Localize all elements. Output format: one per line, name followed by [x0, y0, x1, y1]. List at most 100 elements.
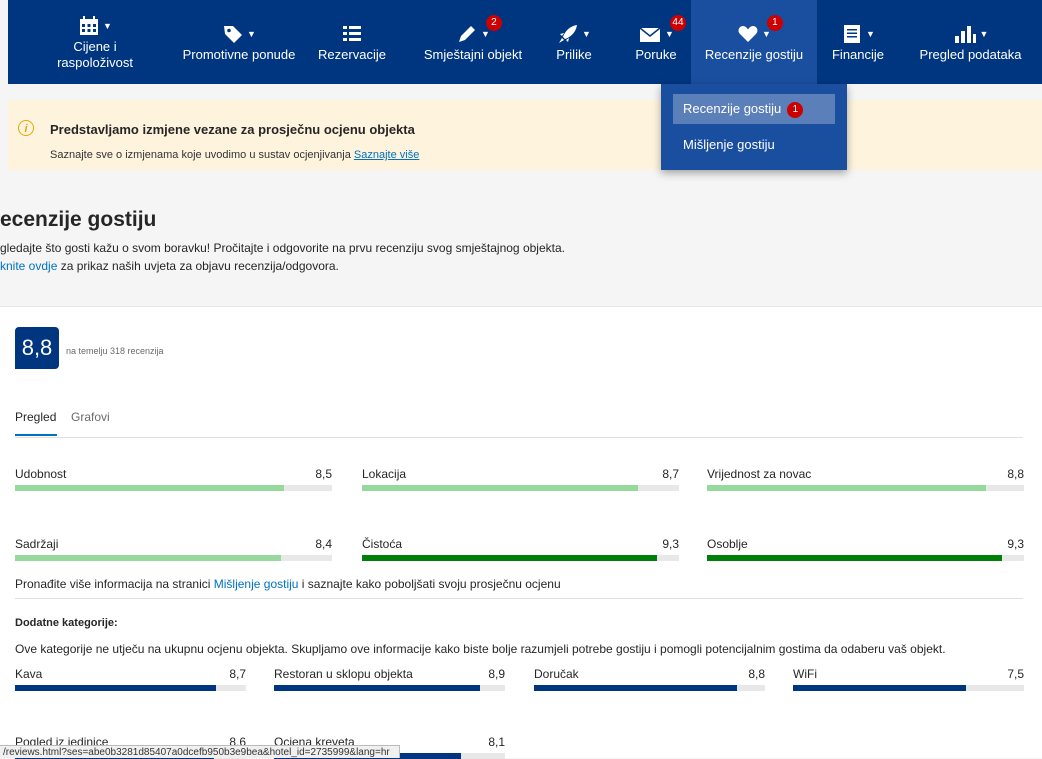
page-subtitle: gledajte što gosti kažu o svom boravku! …: [0, 241, 565, 255]
nav-item-3[interactable]: Rezervacije: [306, 0, 398, 84]
category-value: 8,7: [662, 467, 679, 481]
nav-item-8[interactable]: ▼ Financije: [817, 0, 899, 84]
chevron-down-icon: ▼: [582, 29, 591, 39]
more-info-prefix: Pronađite više informacija na stranici: [15, 577, 214, 591]
notification-badge: 2: [485, 15, 502, 31]
category-bar-fill: [362, 555, 657, 561]
additional-category-row: Kava 8,7: [15, 667, 246, 691]
notification-badge: 44: [669, 15, 686, 31]
nav-item-label: Financije: [831, 47, 885, 62]
ledger-icon: ▼: [841, 21, 875, 47]
additional-category-row: Doručak 8,8: [534, 667, 765, 691]
category-label: Osoblje: [707, 537, 748, 551]
category-bar: [15, 485, 332, 491]
info-icon: i: [18, 120, 34, 136]
overall-score: 8,8: [15, 327, 59, 369]
category-label: WiFi: [793, 667, 817, 681]
nav-item-label: Recenzije gostiju: [704, 47, 804, 62]
category-label: Vrijednost za novac: [707, 467, 812, 481]
terms-link[interactable]: knite ovdje: [0, 259, 57, 273]
nav-item-9[interactable]: ▼ Pregled podataka: [899, 0, 1042, 84]
category-score-row: Vrijednost za novac 8,8: [707, 467, 1024, 491]
category-value: 9,3: [1007, 537, 1024, 551]
section-divider: [15, 598, 1023, 599]
category-bar-fill: [15, 555, 282, 561]
nav-item-5[interactable]: ▼ Prilike: [528, 0, 620, 84]
nav-item-label: Rezervacije: [318, 47, 386, 62]
tab-charts[interactable]: Grafovi: [71, 410, 110, 424]
category-value: 8,8: [1007, 467, 1024, 481]
more-info-text: Pronađite više informacija na stranici M…: [15, 577, 561, 591]
category-bar: [362, 555, 679, 561]
list-icon: [341, 21, 363, 47]
page-title: ecenzije gostiju: [0, 208, 157, 231]
additional-category-row: Restoran u sklopu objekta 8,9: [274, 667, 505, 691]
more-info-suffix: i saznajte kako poboljšati svoju prosječ…: [298, 577, 561, 591]
category-value: 8,7: [229, 667, 246, 681]
category-label: Doručak: [534, 667, 579, 681]
notification-badge: 1: [787, 101, 804, 118]
nav-item-label: Poruke: [635, 47, 677, 62]
nav-item-6[interactable]: ▼ 44 Poruke: [610, 0, 702, 84]
nav-item-label: Pregled podataka: [919, 47, 1022, 62]
nav-item-4[interactable]: ▼ 2 Smještajni objekt: [398, 0, 548, 84]
category-score-row: Čistoća 9,3: [362, 537, 679, 561]
nav-item-label: Smještajni objekt: [423, 47, 523, 62]
category-label: Sadržaji: [15, 537, 59, 551]
heart-icon: ▼ 1: [737, 15, 783, 47]
category-value: 9,3: [662, 537, 679, 551]
dropdown-item-guest-reviews[interactable]: Recenzije gostiju 1: [673, 94, 835, 124]
category-bar: [793, 685, 1024, 691]
reviews-dropdown-menu: Recenzije gostiju 1 Mišljenje gostiju: [661, 84, 847, 170]
category-bar-fill: [15, 685, 216, 691]
category-value: 8,8: [748, 667, 765, 681]
chevron-down-icon: ▼: [762, 29, 771, 39]
nav-item-2[interactable]: ▼ Promotivne ponude: [162, 0, 316, 84]
category-score-row: Lokacija 8,7: [362, 467, 679, 491]
category-value: 7,5: [1007, 667, 1024, 681]
guest-opinion-link[interactable]: Mišljenje gostiju: [214, 577, 299, 591]
category-bar: [707, 555, 1024, 561]
dropdown-item-label: Mišljenje gostiju: [683, 137, 775, 152]
nav-item-1[interactable]: ▼ Cijene i raspoloživost: [28, 0, 162, 84]
learn-more-link[interactable]: Saznajte više: [354, 149, 419, 161]
category-label: Udobnost: [15, 467, 67, 481]
chevron-down-icon: ▼: [247, 29, 256, 39]
category-bar: [362, 485, 679, 491]
category-value: 8,5: [315, 467, 332, 481]
category-bar-fill: [793, 685, 967, 691]
category-score-row: Sadržaji 8,4: [15, 537, 332, 561]
category-label: Restoran u sklopu objekta: [274, 667, 413, 681]
envelope-icon: ▼ 44: [638, 15, 686, 47]
dropdown-item-guest-opinion[interactable]: Mišljenje gostiju: [673, 130, 835, 160]
pencil-icon: ▼ 2: [456, 15, 502, 47]
page-header: ecenzije gostiju gledajte što gosti kažu…: [0, 180, 1042, 307]
notice-title: Predstavljamo izmjene vezane za prosječn…: [50, 122, 415, 137]
category-bar-fill: [534, 685, 738, 691]
nav-item-7[interactable]: ▼ 1 Recenzije gostiju: [691, 0, 817, 84]
active-tab-indicator: [15, 434, 57, 436]
chevron-down-icon: ▼: [665, 29, 674, 39]
rocket-icon: ▼: [557, 21, 591, 47]
additional-categories-description: Ove kategorije ne utječu na ukupnu ocjen…: [15, 642, 946, 656]
category-bar-fill: [15, 485, 285, 491]
notice-banner: i Predstavljamo izmjene vezane za prosje…: [8, 100, 1042, 170]
top-navigation: ▼ Cijene i raspoloživost ▼ Promotivne ponud…: [8, 0, 1042, 84]
notice-body: Saznajte sve o izmjenama koje uvodimo u …: [50, 149, 351, 161]
chevron-down-icon: ▼: [481, 29, 490, 39]
reviews-content: 8,8 na temelju 318 recenzija Pregled Gra…: [0, 307, 1042, 759]
category-bar-fill: [362, 485, 638, 491]
category-value: 8,9: [488, 667, 505, 681]
notice-text: Saznajte sve o izmjenama koje uvodimo u …: [50, 149, 419, 161]
chevron-down-icon: ▼: [866, 29, 875, 39]
category-bar-fill: [274, 685, 480, 691]
nav-item-label: Promotivne ponude: [182, 47, 296, 62]
terms-text: za prikaz naših uvjeta za objavu recenzi…: [57, 259, 339, 273]
tab-overview[interactable]: Pregled: [15, 410, 56, 424]
category-bar-fill: [707, 485, 986, 491]
category-bar: [707, 485, 1024, 491]
category-value: 8,1: [488, 735, 505, 749]
category-score-row: Osoblje 9,3: [707, 537, 1024, 561]
bar-chart-icon: ▼: [953, 21, 988, 47]
category-label: Čistoća: [362, 537, 403, 551]
